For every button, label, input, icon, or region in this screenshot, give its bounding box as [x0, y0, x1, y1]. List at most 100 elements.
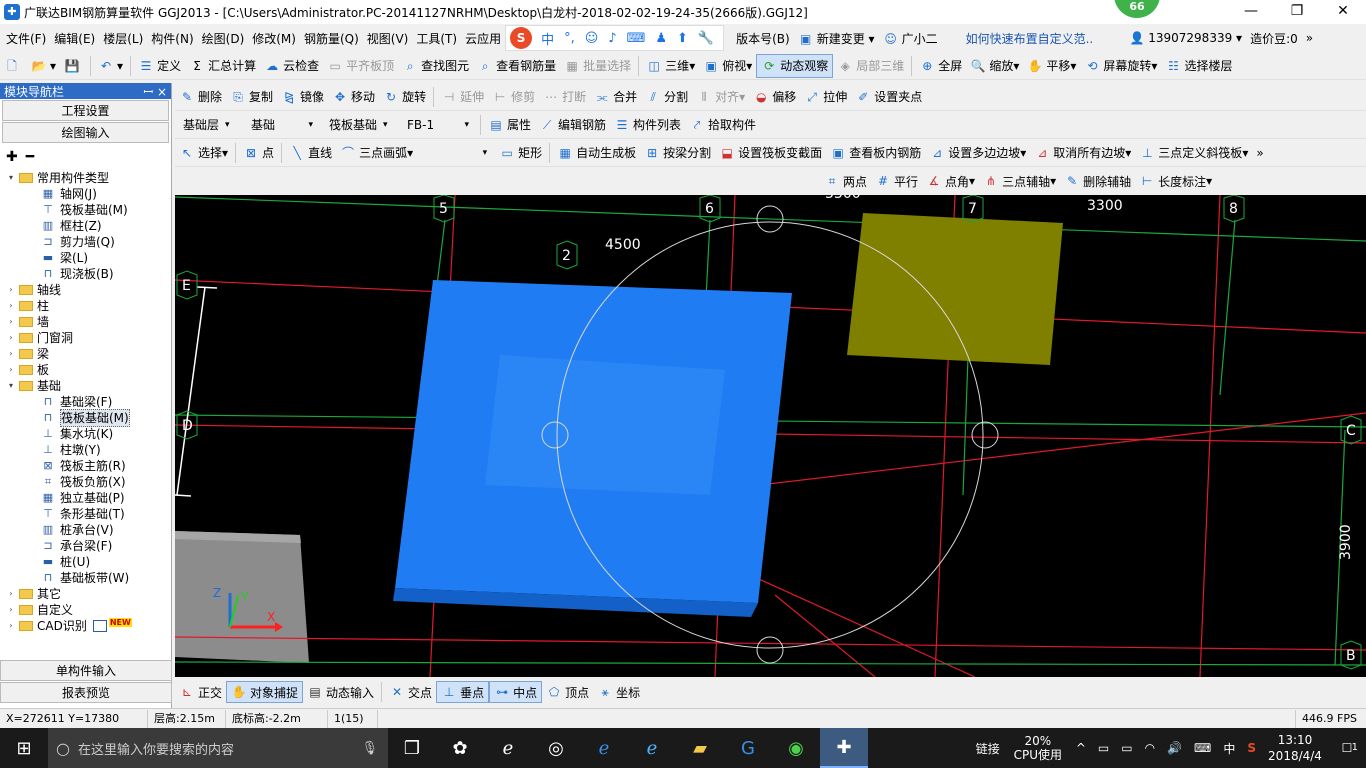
clock[interactable]: 13:10 2018/4/4 — [1262, 732, 1328, 764]
move-button[interactable]: ✥ 移动 — [328, 85, 379, 109]
taskbar-search[interactable]: ○ 在这里输入你要搜索的内容 🎙 — [48, 728, 388, 768]
line-tool-button[interactable]: ╲ 直线 — [285, 141, 336, 165]
menu-tools[interactable]: 工具(T) — [412, 30, 461, 47]
align-slab-top-button[interactable]: ▭ 平齐板顶 — [323, 54, 398, 78]
tree-item[interactable]: ▦ 轴网(J) — [0, 186, 171, 202]
new-file-button[interactable]: 🗋 — [0, 54, 27, 78]
tree-item[interactable]: ⊤ 条形基础(T) — [0, 506, 171, 522]
pan-button[interactable]: ✋ 平移 ▾ — [1023, 54, 1080, 78]
tree-item[interactable]: ⊤ 筏板基础(M) — [0, 202, 171, 218]
tree-folder[interactable]: › 梁 — [0, 346, 171, 362]
break-button[interactable]: ⋯ 打断 — [539, 85, 590, 109]
delete-axis-button[interactable]: ✎ 删除辅轴 — [1060, 169, 1135, 193]
edit-rebar-button[interactable]: ⟋ 编辑钢筋 — [535, 113, 610, 137]
ime-mode[interactable]: 中 — [541, 29, 554, 48]
length-dimension-button[interactable]: ⊢ 长度标注 ▾ — [1135, 169, 1216, 193]
ime-toolbar[interactable]: S 中 °, ☺ ♪ ⌨ ♟ ⬆ 🔧 — [505, 25, 725, 51]
select-tool-button[interactable]: ↖ 选择 ▾ — [175, 141, 232, 165]
cpu-usage[interactable]: 20% CPU使用 — [1006, 734, 1070, 762]
expand-all-icon[interactable]: ✚ — [6, 149, 18, 165]
point-angle-button[interactable]: ∡ 点角 ▾ — [922, 169, 979, 193]
tree-folder[interactable]: › 墙 — [0, 314, 171, 330]
merge-button[interactable]: ⫘ 合并 — [590, 85, 641, 109]
report-preview-button[interactable]: 报表预览 — [0, 682, 172, 703]
open-file-button[interactable]: 📂 ▾ — [27, 54, 60, 78]
tree-item[interactable]: ⊥ 柱墩(Y) — [0, 442, 171, 458]
set-grip-button[interactable]: ✐ 设置夹点 — [851, 85, 926, 109]
mirror-button[interactable]: ⧎ 镜像 — [277, 85, 328, 109]
tree-folder[interactable]: ▾ 常用构件类型 — [0, 170, 171, 186]
coordinate-snap[interactable]: ⚹ 坐标 — [593, 681, 644, 703]
tray-chevron-icon[interactable]: ^ — [1070, 741, 1092, 755]
ime-punct[interactable]: °, — [564, 31, 575, 46]
microphone-icon[interactable]: 🎙 — [361, 741, 378, 756]
three-point-slab-button[interactable]: ⊥ 三点定义斜筏板 ▾ — [1135, 141, 1252, 165]
mic-icon[interactable]: ♪ — [608, 31, 616, 46]
collapse-icon[interactable]: ▾ — [6, 170, 16, 186]
expand-icon[interactable]: › — [6, 362, 16, 378]
undo-button[interactable]: ↶ ▾ — [94, 54, 127, 78]
swirl-app-icon[interactable]: ◎ — [532, 728, 580, 768]
network-link-label[interactable]: 链接 — [970, 740, 1006, 757]
draw-input-button[interactable]: 绘图输入 — [2, 122, 169, 143]
file-explorer-icon[interactable]: ▰ — [676, 728, 724, 768]
rectangle-tool-button[interactable]: ▭ 矩形 — [495, 141, 546, 165]
expand-icon[interactable]: › — [6, 282, 16, 298]
keyboard-tray-icon[interactable]: ⌨ — [1188, 741, 1217, 755]
collapse-all-icon[interactable]: ━ — [26, 149, 34, 165]
menu-new-change[interactable]: ▣ 新建变更 ▾ — [794, 30, 879, 47]
notification-badge[interactable]: 66 — [1114, 0, 1160, 18]
split-button[interactable]: ⫽ 分割 — [641, 85, 692, 109]
save-button[interactable]: 💾 — [60, 54, 87, 78]
menu-cloud[interactable]: 云应用 — [461, 30, 505, 47]
tree-folder[interactable]: › 其它 — [0, 586, 171, 602]
local-3d-button[interactable]: ◈ 局部三维 — [833, 54, 908, 78]
ie-browser-icon[interactable]: ℯ — [484, 728, 532, 768]
skin-icon[interactable]: ⬆ — [677, 31, 688, 46]
nav-close-icon[interactable]: × — [157, 85, 167, 99]
type-select[interactable]: 筏板基础 ▾ — [325, 114, 395, 135]
tree-item[interactable]: ⊥ 集水坑(K) — [0, 426, 171, 442]
tree-item[interactable]: ⊓ 筏板基础(M) — [0, 409, 171, 427]
menu-file[interactable]: 文件(F) — [0, 30, 50, 47]
trim-button[interactable]: ⊢ 修剪 — [488, 85, 539, 109]
fan-app-icon[interactable]: ✿ — [436, 728, 484, 768]
align-button[interactable]: ⫴ 对齐 ▾ — [692, 85, 749, 109]
category-select[interactable]: 基础 ▾ — [247, 114, 317, 135]
wrench-icon[interactable]: 🔧 — [698, 31, 714, 46]
tree-item[interactable]: ⊠ 筏板主筋(R) — [0, 458, 171, 474]
define-button[interactable]: ☰ 定义 — [134, 54, 185, 78]
pin-icon[interactable]: ꟷ — [143, 85, 153, 99]
tree-folder[interactable]: › 板 — [0, 362, 171, 378]
stretch-button[interactable]: ⤢ 拉伸 — [800, 85, 851, 109]
menu-floor[interactable]: 楼层(L) — [99, 30, 147, 47]
tree-folder[interactable]: › 自定义 — [0, 602, 171, 618]
ie-browser-2-icon[interactable]: ℯ — [628, 728, 676, 768]
sogou-tray-icon[interactable]: S — [1241, 741, 1262, 755]
tree-item[interactable]: ▬ 桩(U) — [0, 554, 171, 570]
menu-rebar-qty[interactable]: 钢筋量(Q) — [300, 30, 363, 47]
tree-item[interactable]: ⊓ 现浇板(B) — [0, 266, 171, 282]
pick-component-button[interactable]: ⤤ 拾取构件 — [685, 113, 760, 137]
yellow-slab[interactable] — [847, 213, 1063, 365]
tree-item[interactable]: ⊓ 基础梁(F) — [0, 394, 171, 410]
floor-select[interactable]: 基础层 ▾ — [179, 114, 239, 135]
arc-tool-button[interactable]: ⌒ 三点画弧 ▾ — [336, 141, 417, 165]
split-by-beam-button[interactable]: ⊞ 按梁分割 — [640, 141, 715, 165]
expand-icon[interactable]: › — [6, 314, 16, 330]
tree-folder[interactable]: › 柱 — [0, 298, 171, 314]
account-phone[interactable]: 👤 13907298339 ▾ — [1125, 30, 1246, 46]
tree-item[interactable]: ▬ 梁(L) — [0, 250, 171, 266]
tree-item[interactable]: ⊓ 基础板带(W) — [0, 570, 171, 586]
element-select[interactable]: FB-1 ▾ — [403, 114, 473, 135]
minimize-button[interactable]: — — [1228, 0, 1274, 24]
cloud-check-button[interactable]: ☁ 云检查 — [260, 54, 323, 78]
menu-overflow[interactable]: » — [1302, 31, 1317, 45]
tray-app-icon[interactable]: ▭ — [1092, 741, 1115, 755]
zoom-button[interactable]: 🔍 缩放 ▾ — [966, 54, 1023, 78]
expand-icon[interactable]: › — [6, 330, 16, 346]
edge-browser-icon[interactable]: ℯ — [580, 728, 628, 768]
summary-calc-button[interactable]: Σ 汇总计算 — [185, 54, 260, 78]
arc-option-select[interactable]: ▾ — [421, 142, 492, 163]
tree-item[interactable]: ▥ 框柱(Z) — [0, 218, 171, 234]
